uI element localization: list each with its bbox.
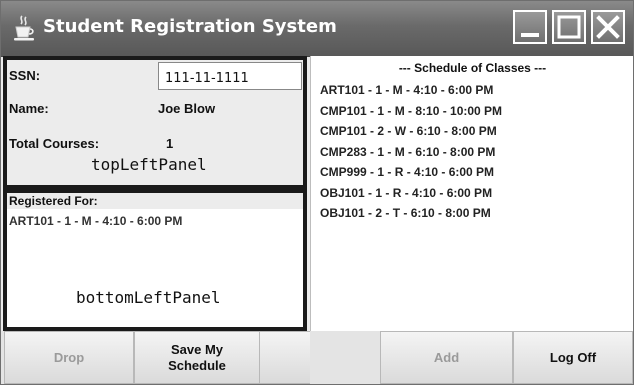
title-bar[interactable]: Student Registration System — [1, 1, 633, 57]
schedule-of-classes-panel: --- Schedule of Classes --- ART101 - 1 -… — [310, 56, 633, 331]
schedule-list: ART101 - 1 - M - 4:10 - 6:00 PM CMP101 -… — [320, 83, 502, 227]
total-courses-label: Total Courses: — [9, 136, 100, 151]
bottom-left-panel: Registered For: ART101 - 1 - M - 4:10 - … — [3, 189, 307, 331]
window-title: Student Registration System — [43, 16, 337, 37]
student-registration-window: Student Registration System SSN: Name: J… — [0, 0, 634, 385]
save-button-label-line2: Schedule — [168, 357, 226, 373]
ssn-input[interactable] — [158, 62, 302, 90]
add-button-label: Add — [433, 349, 460, 365]
save-button-label-line1: Save My — [170, 341, 224, 357]
log-off-button-label: Log Off — [549, 349, 597, 365]
ssn-label: SSN: — [9, 68, 41, 83]
minimize-icon — [521, 33, 539, 37]
top-left-panel: SSN: Name: Joe Blow Total Courses: 1 top… — [3, 56, 307, 189]
registered-course-item[interactable]: ART101 - 1 - M - 4:10 - 6:00 PM — [9, 214, 182, 228]
schedule-title: --- Schedule of Classes --- — [398, 61, 547, 75]
top-left-panel-label: topLeftPanel — [91, 155, 207, 174]
close-button[interactable] — [591, 10, 625, 44]
close-icon — [596, 15, 620, 39]
bottom-left-panel-label: bottomLeftPanel — [76, 288, 221, 307]
save-my-schedule-button[interactable]: Save My Schedule — [134, 331, 260, 384]
empty-button-spacer — [260, 331, 310, 384]
minimize-button[interactable] — [513, 10, 547, 44]
schedule-item[interactable]: ART101 - 1 - M - 4:10 - 6:00 PM — [320, 83, 502, 104]
total-courses-value: 1 — [166, 136, 174, 151]
add-button[interactable]: Add — [380, 331, 513, 384]
maximize-button[interactable] — [552, 10, 586, 44]
schedule-item[interactable]: OBJ101 - 1 - R - 4:10 - 6:00 PM — [320, 186, 502, 207]
name-value: Joe Blow — [158, 101, 216, 116]
schedule-item[interactable]: CMP999 - 1 - R - 4:10 - 6:00 PM — [320, 165, 502, 186]
schedule-item[interactable]: CMP283 - 1 - M - 6:10 - 8:00 PM — [320, 145, 502, 166]
drop-button[interactable]: Drop — [4, 331, 134, 384]
coffee-cup-icon — [13, 14, 35, 42]
name-label: Name: — [9, 101, 49, 116]
maximize-icon — [557, 15, 581, 39]
schedule-item[interactable]: CMP101 - 1 - M - 8:10 - 10:00 PM — [320, 104, 502, 125]
schedule-item[interactable]: OBJ101 - 2 - T - 6:10 - 8:00 PM — [320, 206, 502, 227]
button-row: Drop Save My Schedule Add Log Off — [1, 331, 633, 384]
registered-for-header: Registered For: — [7, 193, 303, 209]
schedule-item[interactable]: CMP101 - 2 - W - 6:10 - 8:00 PM — [320, 124, 502, 145]
drop-button-label: Drop — [53, 349, 85, 365]
log-off-button[interactable]: Log Off — [513, 331, 633, 384]
